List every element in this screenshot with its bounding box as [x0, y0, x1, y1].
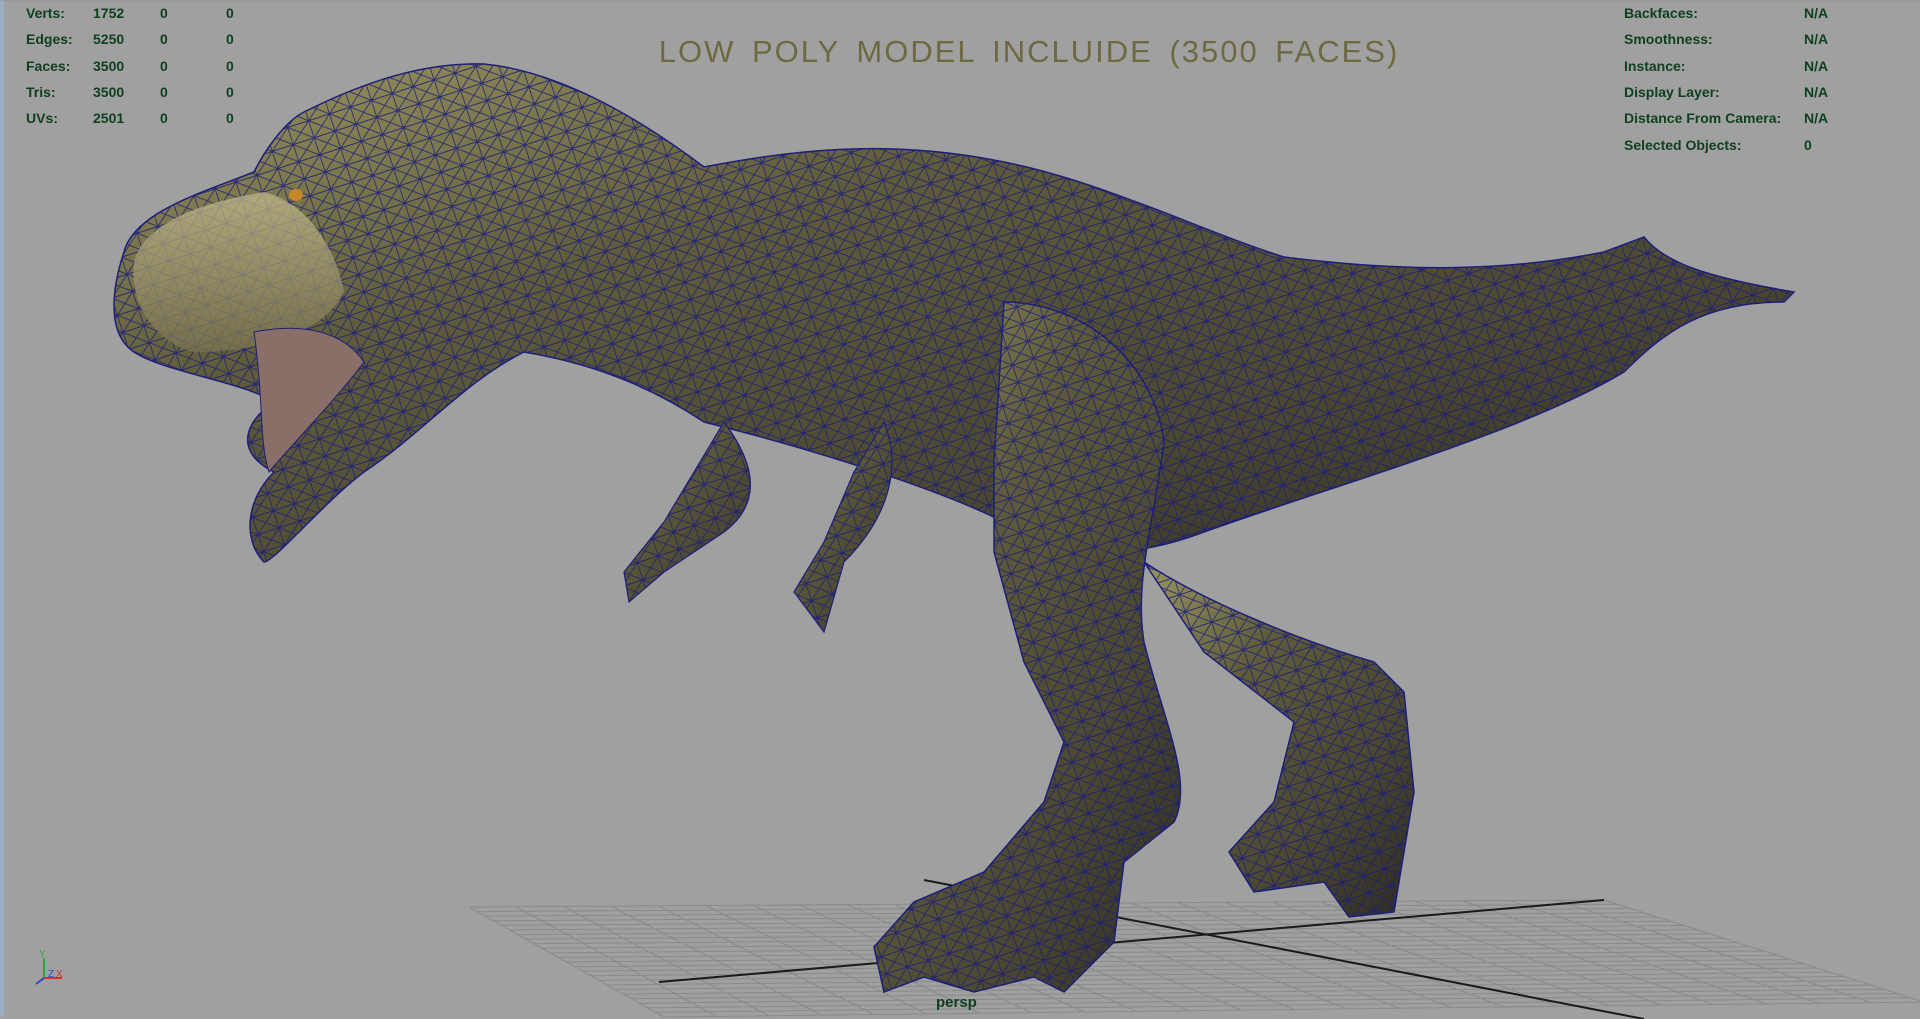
- object-details-hud: Backfaces: N/A Smoothness: N/A Instance:…: [1624, 4, 1884, 154]
- hud-value: 0: [160, 84, 168, 100]
- hud-value: 0: [226, 84, 234, 100]
- grid-line: [1414, 900, 1715, 1005]
- hud-value: 0: [226, 5, 234, 21]
- hud-value: 0: [226, 110, 234, 126]
- grid-line: [566, 950, 1765, 963]
- grid-line: [663, 1001, 1920, 1018]
- hud-label: Verts:: [26, 5, 65, 21]
- grid-line: [1509, 900, 1820, 1004]
- scene-canvas[interactable]: [4, 2, 1920, 1019]
- hud-label: Display Layer:: [1624, 84, 1720, 100]
- hud-value: 3500: [93, 84, 125, 100]
- viewport-overlay-title: LOW POLY MODEL INCLUIDE (3500 FACES): [658, 34, 1400, 69]
- axis-z-label: Z: [48, 969, 54, 980]
- hud-value: 0: [160, 5, 168, 21]
- ground-grid: [468, 879, 1920, 1019]
- perspective-viewport[interactable]: Verts: 1752 0 0 Edges: 5250 0 0 Faces: 3…: [0, 0, 1920, 1019]
- hud-value: N/A: [1804, 84, 1829, 100]
- hud-value: 1752: [93, 5, 125, 21]
- hud-label: Backfaces:: [1624, 5, 1698, 21]
- hud-value: 0: [160, 110, 168, 126]
- hud-label: UVs:: [26, 110, 58, 126]
- axis-x-label: X: [56, 969, 63, 980]
- hud-value: 2501: [93, 110, 125, 126]
- hud-label: Tris:: [26, 84, 56, 100]
- hud-value: 0: [1804, 137, 1812, 153]
- axis-gizmo-icon: Y Z X: [35, 949, 63, 985]
- axis-y-label: Y: [39, 949, 46, 960]
- grid-line: [1556, 899, 1872, 1004]
- hud-label: Selected Objects:: [1624, 137, 1742, 153]
- camera-name-label: persp: [936, 994, 977, 1011]
- eye-detail: [289, 189, 303, 201]
- hud-value: N/A: [1804, 110, 1829, 126]
- model-mesh[interactable]: [113, 63, 1796, 994]
- hud-value: N/A: [1804, 5, 1829, 21]
- hud-label: Distance From Camera:: [1624, 110, 1782, 126]
